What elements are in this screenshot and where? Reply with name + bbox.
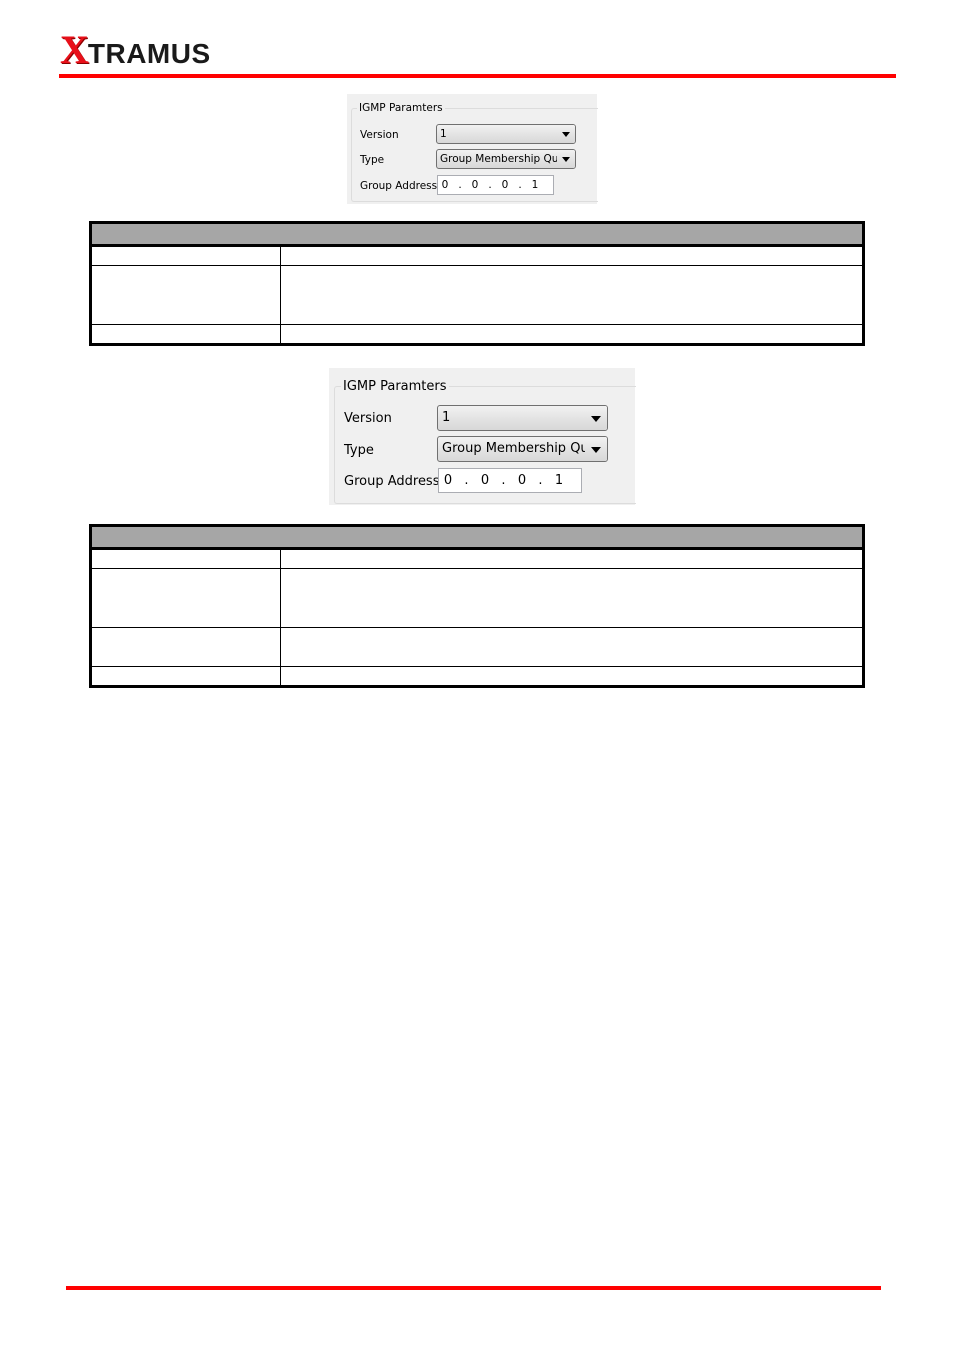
chevron-down-icon [562,157,570,162]
ip-dot: . [488,179,492,191]
table-cell-name [90,324,281,345]
ip-dot: . [501,473,506,488]
ip-octet-3[interactable]: 0 [498,179,512,191]
ip-octet-3[interactable]: 0 [513,473,531,488]
ip-octet-1[interactable]: 0 [438,179,452,191]
groupbox-title: IGMP Paramters [341,379,449,394]
logo-x: X [60,27,89,72]
table-cell-description [280,265,864,325]
table-row [90,324,864,345]
table-cell-description [280,627,864,667]
table-header [90,525,864,550]
footer-divider [66,1286,881,1290]
ip-dot: . [458,179,462,191]
ip-octet-4[interactable]: 1 [528,179,542,191]
chevron-down-icon [591,416,601,422]
type-label: Type [344,443,374,458]
table-cell-name [90,265,281,325]
chevron-down-icon [562,132,570,137]
ip-octet-2[interactable]: 0 [468,179,482,191]
table-cell-description [280,245,864,266]
table-cell-description [280,548,864,569]
table-cell-description [280,666,864,687]
type-value: Group Membership Query [440,153,576,165]
ip-octet-2[interactable]: 0 [476,473,494,488]
table-cell-name [90,548,281,569]
group-address-input[interactable]: 0 . 0 . 0 . 1 [437,175,554,195]
type-value: Group Membership Query [442,441,608,456]
xtramus-logo: X TRAMUS [60,27,211,72]
version-label: Version [360,129,399,141]
header-divider [59,74,896,78]
table-cell-description [280,568,864,628]
groupbox-title: IGMP Paramters [357,102,445,114]
group-address-label: Group Address [344,474,440,489]
table-row [90,265,864,325]
table-cell-name [90,666,281,687]
version-select[interactable]: 1 [436,124,576,144]
table-cell-description [280,324,864,345]
group-address-label: Group Address [360,180,438,192]
parameter-table-1 [89,221,865,346]
version-value: 1 [440,128,447,140]
version-value: 1 [442,410,451,425]
type-label: Type [360,154,385,166]
ip-dot: . [518,179,522,191]
table-row [90,548,864,569]
chevron-down-icon [591,447,601,453]
version-label: Version [344,411,392,426]
parameter-table-2 [89,524,865,688]
ip-dot: . [538,473,543,488]
table-cell-name [90,568,281,628]
table-row [90,627,864,667]
group-address-input[interactable]: 0 . 0 . 0 . 1 [438,468,582,493]
table-header [90,222,864,247]
logo-text: TRAMUS [87,38,211,69]
igmp-parameters-figure-small: IGMP Paramters Version 1 Type Group Memb… [347,94,598,204]
ip-octet-1[interactable]: 0 [439,473,457,488]
table-row [90,245,864,266]
table-row [90,568,864,628]
table-cell-name [90,245,281,266]
version-select[interactable]: 1 [437,405,608,431]
table-row [90,666,864,687]
igmp-parameters-figure-large: IGMP Paramters Version 1 Type Group Memb… [329,368,636,505]
type-select[interactable]: Group Membership Query [437,436,608,462]
ip-dot: . [464,473,469,488]
type-select[interactable]: Group Membership Query [436,149,576,169]
table-cell-name [90,627,281,667]
ip-octet-4[interactable]: 1 [550,473,568,488]
